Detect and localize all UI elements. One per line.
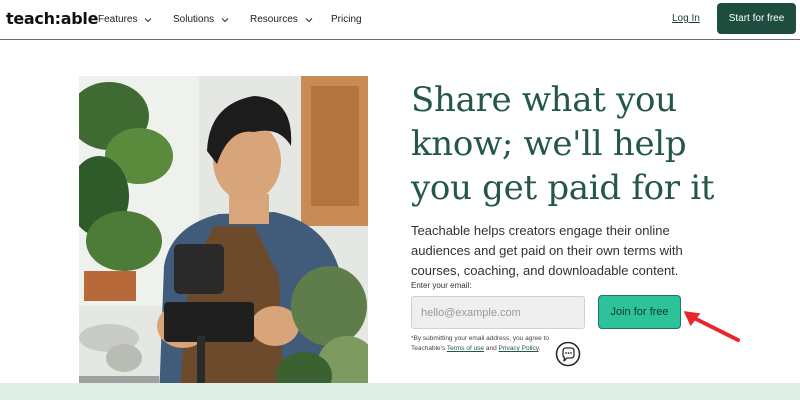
- terms-of-use-link[interactable]: Terms of use: [447, 345, 484, 352]
- hero-photo: [79, 76, 368, 400]
- nav-features[interactable]: Features: [98, 14, 152, 25]
- join-for-free-button[interactable]: Join for free: [598, 295, 681, 329]
- top-navigation-bar: teach:able Features Solutions Resources …: [0, 0, 800, 40]
- hero-headline: Share what you know; we'll help you get …: [411, 78, 771, 210]
- description-line: courses, coaching, and downloadable cont…: [411, 263, 679, 278]
- disclaimer-text: *By submitting your email address, you a…: [411, 335, 550, 342]
- nav-pricing-label: Pricing: [331, 14, 362, 25]
- hero-description: Teachable helps creators engage their on…: [411, 221, 711, 281]
- disclaimer-period: .: [538, 345, 541, 352]
- login-link[interactable]: Log In: [672, 13, 700, 24]
- start-for-free-button[interactable]: Start for free: [717, 3, 796, 34]
- privacy-policy-link[interactable]: Privacy Policy: [499, 345, 539, 352]
- nav-solutions[interactable]: Solutions: [173, 14, 229, 25]
- email-input[interactable]: [411, 296, 585, 329]
- description-line: audiences and get paid on their own term…: [411, 243, 683, 258]
- nav-features-label: Features: [98, 14, 138, 25]
- nav-resources-label: Resources: [250, 14, 298, 25]
- chevron-down-icon: [221, 17, 229, 22]
- teachable-logo[interactable]: teach:able: [6, 9, 98, 28]
- disclaimer-and: and: [485, 345, 497, 352]
- description-line: Teachable helps creators engage their on…: [411, 223, 670, 238]
- headline-line: know; we'll help: [411, 124, 687, 164]
- headline-line: Share what you: [411, 80, 677, 120]
- chevron-down-icon: [305, 17, 313, 22]
- chevron-down-icon: [145, 17, 152, 22]
- nav-resources[interactable]: Resources: [250, 14, 313, 25]
- headline-line: you get paid for it: [411, 168, 715, 208]
- disclaimer-brand: Teachable's: [411, 345, 446, 352]
- creator-filming-plants-illustration: [79, 76, 368, 400]
- nav-solutions-label: Solutions: [173, 14, 215, 25]
- email-label: Enter your email:: [411, 281, 472, 290]
- email-disclaimer: *By submitting your email address, you a…: [411, 334, 571, 354]
- bottom-section-band: [0, 383, 800, 400]
- nav-pricing[interactable]: Pricing: [331, 14, 362, 25]
- red-arrow-icon: [683, 311, 740, 342]
- chat-bubble-icon[interactable]: [555, 341, 581, 367]
